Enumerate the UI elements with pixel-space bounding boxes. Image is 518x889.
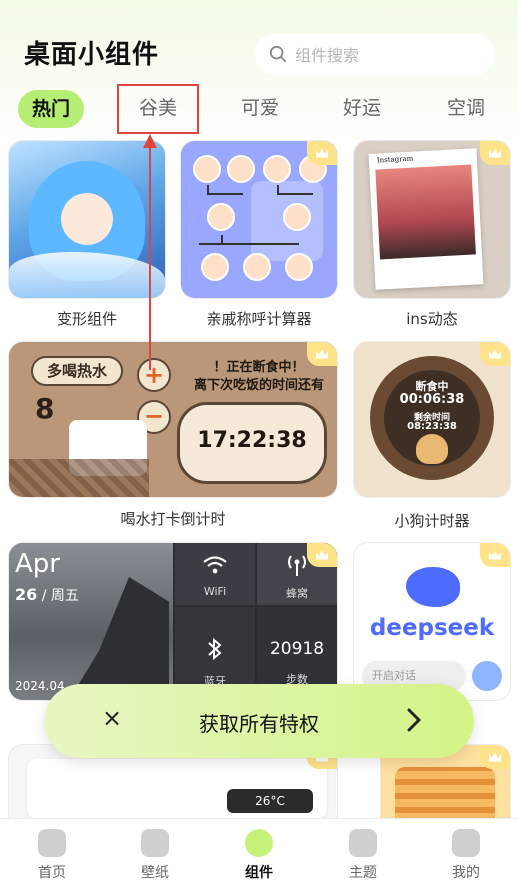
theme-icon xyxy=(349,829,377,857)
tab-luck[interactable]: 好运 xyxy=(324,88,400,128)
deepseek-wordmark: deepseek xyxy=(369,615,495,641)
widget-card-relatives[interactable] xyxy=(181,141,337,298)
avatar-icon xyxy=(227,155,255,183)
crown-icon xyxy=(480,543,510,567)
plus-icon: + xyxy=(137,358,171,392)
wave-shape xyxy=(9,252,165,298)
nav-item-profile[interactable]: 我的 xyxy=(436,829,496,882)
tree-line xyxy=(199,243,299,245)
fasting-line-2: 离下次吃饭的时间还有 xyxy=(193,378,324,393)
date-text: 26 / 周五 xyxy=(15,585,79,605)
search-placeholder: 组件搜索 xyxy=(295,46,360,65)
profile-icon xyxy=(452,829,480,857)
wifi-icon xyxy=(203,556,227,574)
wifi-tile: WiFi xyxy=(175,543,255,605)
promo-text: 获取所有特权 xyxy=(199,712,319,736)
widget-card-transform[interactable] xyxy=(9,141,165,298)
countdown-time: 17:22:38 xyxy=(197,428,307,453)
widget-card-deepseek[interactable]: deepseek 开启对话 xyxy=(354,543,510,700)
avatar-icon xyxy=(207,203,235,231)
nav-label: 主题 xyxy=(349,865,377,881)
water-badge: 多喝热水 xyxy=(31,356,123,386)
annotation-highlight-box xyxy=(117,84,199,134)
widget-label-water: 喝水打卡倒计时 xyxy=(120,510,226,528)
home-icon xyxy=(38,829,66,857)
wifi-label: WiFi xyxy=(203,585,227,598)
widget-icon xyxy=(245,829,273,857)
avatar-icon xyxy=(201,253,229,281)
weekday-text: / 周五 xyxy=(41,588,79,604)
bluetooth-icon xyxy=(208,637,222,661)
portrait-image xyxy=(375,164,476,260)
nav-label: 壁纸 xyxy=(141,865,169,881)
widget-card-ins[interactable]: Instagram xyxy=(354,141,510,298)
polaroid-photo: Instagram xyxy=(368,148,484,290)
dog-time-elapsed: 00:06:38 xyxy=(399,392,465,407)
avatar-icon xyxy=(285,253,313,281)
wallpaper-icon xyxy=(141,829,169,857)
bottom-nav: 首页 壁纸 组件 主题 我的 xyxy=(0,818,518,889)
nav-item-wallpaper[interactable]: 壁纸 xyxy=(125,829,185,882)
nav-item-theme[interactable]: 主题 xyxy=(333,829,393,882)
widget-label-dog: 小狗计时器 xyxy=(394,512,470,530)
checker-cloth-shape xyxy=(9,459,149,497)
dog-time-remaining: 08:23:38 xyxy=(407,421,457,432)
nav-item-home[interactable]: 首页 xyxy=(22,829,82,882)
nav-label: 我的 xyxy=(452,865,480,881)
month-text: Apr xyxy=(15,549,60,579)
photo-pane: Apr 26 / 周五 2024.04 xyxy=(9,543,173,700)
widget-label-relatives: 亲戚称呼计算器 xyxy=(206,310,312,328)
crown-icon xyxy=(480,141,510,165)
anime-face-shape xyxy=(61,193,113,245)
avatar-icon xyxy=(263,155,291,183)
avatar-icon xyxy=(283,203,311,231)
chat-send-icon[interactable] xyxy=(472,661,502,691)
crown-icon xyxy=(480,342,510,366)
crown-icon xyxy=(307,342,337,366)
widget-label-transform: 变形组件 xyxy=(56,310,117,328)
avatar-icon xyxy=(243,253,271,281)
category-tabs: 热门 谷美 可爱 好运 空调 xyxy=(0,88,518,132)
tab-hot[interactable]: 热门 xyxy=(18,90,84,128)
avatar-icon xyxy=(193,155,221,183)
premium-promo-banner[interactable]: × 获取所有特权 xyxy=(44,684,474,758)
search-icon xyxy=(269,45,287,63)
day-number: 26 xyxy=(15,585,38,604)
tab-cute[interactable]: 可爱 xyxy=(222,88,298,128)
page-title: 桌面小组件 xyxy=(24,40,160,70)
steps-count: 20918 xyxy=(269,639,325,659)
close-icon[interactable]: × xyxy=(98,704,126,732)
tree-line xyxy=(277,193,313,195)
nav-label: 组件 xyxy=(245,865,273,881)
annotation-arrow-head xyxy=(143,134,157,148)
widget-label-ins: ins动态 xyxy=(406,310,458,328)
aircon-temp: 26°C xyxy=(227,789,313,813)
widget-card-dog[interactable]: 断食中 00:06:38 剩余时间 08:23:38 xyxy=(354,342,510,497)
nav-label: 首页 xyxy=(38,865,66,881)
crown-icon xyxy=(480,745,510,769)
crown-icon xyxy=(307,141,337,165)
annotation-arrow-line xyxy=(149,140,151,370)
widget-card-phone-status[interactable]: Apr 26 / 周五 2024.04 WiFi 蜂窝 蓝牙 20918 步数 xyxy=(9,543,337,700)
tab-aircon[interactable]: 空调 xyxy=(428,88,504,128)
chevron-right-icon[interactable] xyxy=(400,702,428,738)
deepseek-whale-icon xyxy=(406,567,460,607)
search-input[interactable]: 组件搜索 xyxy=(255,33,495,75)
crown-icon xyxy=(307,543,337,567)
tree-line xyxy=(207,193,243,195)
water-count: 8 xyxy=(35,392,55,425)
nav-item-widget[interactable]: 组件 xyxy=(229,829,289,882)
instagram-wordmark: Instagram xyxy=(376,154,414,165)
dog-figure xyxy=(416,434,448,464)
mountain-shape xyxy=(69,577,169,700)
cellular-label: 蜂窝 xyxy=(286,587,308,600)
widget-card-water[interactable]: 多喝热水 8 + − ！正在断食中！ 离下次吃饭的时间还有 17:22:38 xyxy=(9,342,337,497)
cellular-icon xyxy=(288,555,306,576)
